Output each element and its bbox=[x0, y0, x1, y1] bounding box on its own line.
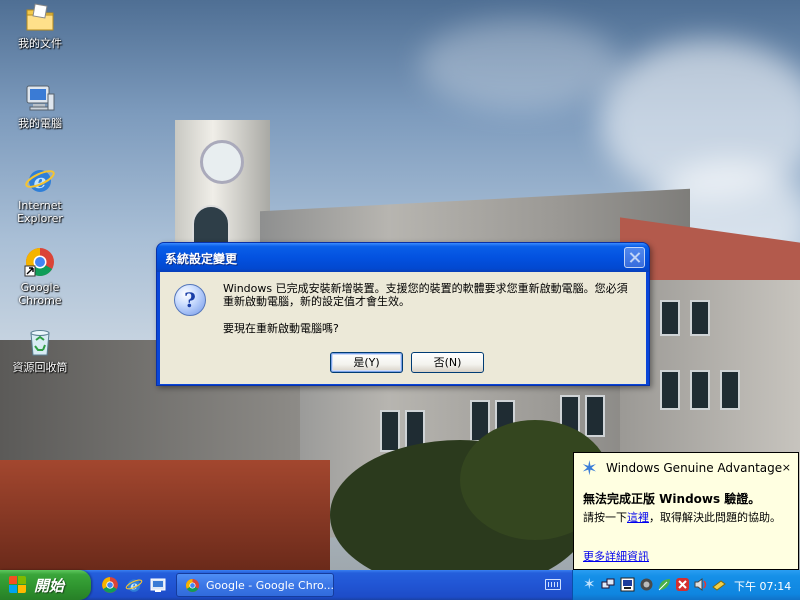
balloon-text-before: 請按一下 bbox=[583, 511, 627, 524]
balloon-text: 請按一下這裡，取得解決此問題的協助。 bbox=[583, 510, 795, 525]
balloon-close-button[interactable]: × bbox=[782, 461, 791, 474]
task-label: Google - Google Chro... bbox=[206, 579, 334, 592]
yes-button[interactable]: 是(Y) bbox=[330, 352, 403, 373]
taskbar-clock[interactable]: 下午 07:14 bbox=[734, 578, 791, 594]
dialog-title: 系統設定變更 bbox=[165, 252, 238, 266]
dialog-body: ? Windows 已完成安裝新增裝置。支援您的裝置的軟體要求您重新啟動電腦。您… bbox=[160, 272, 646, 384]
tray-volume-icon[interactable] bbox=[693, 577, 708, 592]
tray-security-icon[interactable] bbox=[639, 577, 654, 592]
wga-star-icon: ✶ bbox=[581, 456, 598, 480]
wallpaper-clock-face bbox=[200, 140, 244, 184]
balloon-heading: 無法完成正版 Windows 驗證。 bbox=[583, 492, 761, 506]
system-tray: ✶ 下午 07:14 bbox=[572, 570, 800, 600]
desktop-icon-google-chrome[interactable]: Google Chrome bbox=[2, 246, 78, 307]
windows-logo-icon bbox=[9, 576, 27, 594]
tray-wga-star-icon[interactable]: ✶ bbox=[583, 577, 598, 592]
folder-icon bbox=[24, 2, 56, 34]
quicklaunch-show-desktop-icon[interactable] bbox=[149, 576, 167, 594]
quicklaunch-ie-icon[interactable]: e bbox=[125, 576, 143, 594]
desktop-icon-label: 我的電腦 bbox=[18, 117, 62, 130]
chrome-icon bbox=[185, 578, 200, 593]
system-settings-change-dialog: 系統設定變更 ? Windows 已完成安裝新增裝置。支援您的裝置的軟體要求您重… bbox=[156, 242, 650, 386]
tray-network-icon[interactable] bbox=[601, 577, 616, 592]
taskbar-task-google-chrome[interactable]: Google - Google Chro... bbox=[176, 573, 334, 597]
desktop-icon-internet-explorer[interactable]: e Internet Explorer bbox=[2, 164, 78, 225]
balloon-title: Windows Genuine Advantage bbox=[606, 461, 783, 475]
desktop-icon-label: 資源回收筒 bbox=[12, 361, 68, 374]
desktop-icon-recycle-bin[interactable]: 資源回收筒 bbox=[2, 326, 78, 374]
desktop-icon-label: Internet Explorer bbox=[17, 199, 63, 225]
desktop-icon-label: Google Chrome bbox=[18, 281, 62, 307]
desktop-icon-my-documents[interactable]: 我的文件 bbox=[2, 2, 78, 50]
wallpaper-cloud bbox=[420, 20, 620, 110]
dialog-question: 要現在重新啟動電腦嗎? bbox=[223, 322, 339, 335]
balloon-more-info-link[interactable]: 更多詳細資訊 bbox=[583, 548, 649, 564]
wga-notification-balloon: ✶ Windows Genuine Advantage × 無法完成正版 Win… bbox=[573, 452, 799, 570]
tray-leaf-icon[interactable] bbox=[657, 577, 672, 592]
dialog-close-button[interactable] bbox=[624, 247, 645, 268]
start-label: 開始 bbox=[34, 577, 65, 595]
chrome-icon bbox=[24, 246, 56, 278]
desktop-icon-my-computer[interactable]: 我的電腦 bbox=[2, 82, 78, 130]
tray-device-icon[interactable] bbox=[620, 577, 635, 592]
tray-power-icon[interactable] bbox=[711, 577, 726, 592]
start-button[interactable]: 開始 bbox=[0, 570, 91, 600]
balloon-here-link[interactable]: 這裡 bbox=[627, 511, 649, 524]
recycle-bin-icon bbox=[24, 326, 56, 358]
dialog-message: Windows 已完成安裝新增裝置。支援您的裝置的軟體要求您重新啟動電腦。您必須… bbox=[223, 282, 628, 308]
balloon-text-after: ，取得解決此問題的協助。 bbox=[649, 511, 781, 524]
no-button[interactable]: 否(N) bbox=[411, 352, 484, 373]
computer-icon bbox=[24, 82, 56, 114]
quicklaunch-chrome-icon[interactable] bbox=[101, 576, 119, 594]
dialog-titlebar[interactable]: 系統設定變更 bbox=[157, 243, 649, 272]
desktop-icon-label: 我的文件 bbox=[18, 37, 62, 50]
tray-antivirus-icon[interactable] bbox=[675, 577, 690, 592]
wallpaper-arch-window bbox=[192, 205, 230, 245]
wallpaper-brick-arches bbox=[0, 460, 330, 570]
question-icon: ? bbox=[174, 284, 206, 316]
taskbar: 開始 e Google - Google Chro... ✶ 下午 07:14 bbox=[0, 570, 800, 600]
language-bar-keyboard-icon[interactable] bbox=[545, 579, 561, 590]
ie-icon: e bbox=[24, 164, 56, 196]
